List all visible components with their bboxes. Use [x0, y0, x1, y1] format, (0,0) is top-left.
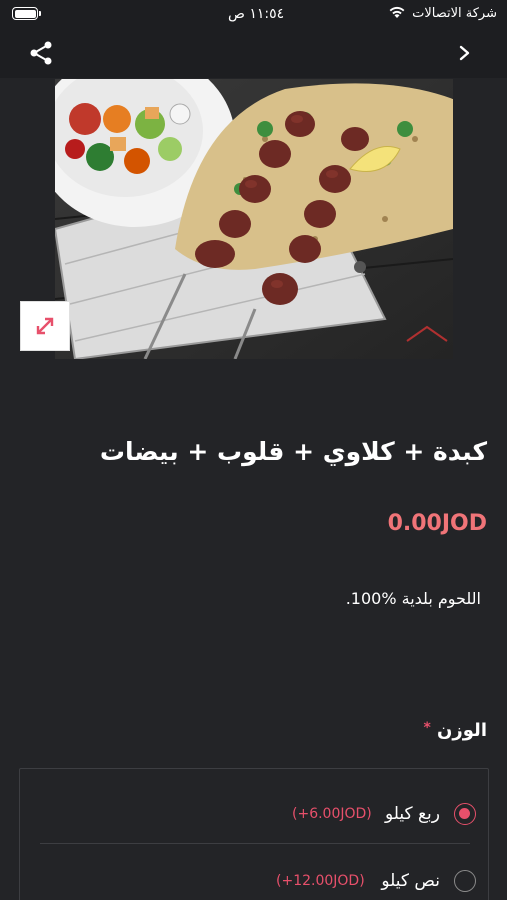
weight-label: الوزن: [437, 720, 487, 741]
required-mark: *: [423, 720, 431, 736]
weight-option-half-kilo[interactable]: نص كيلو (+12.00JOD): [20, 851, 488, 900]
battery-icon: [12, 7, 41, 20]
share-icon[interactable]: [28, 40, 54, 66]
chevron-right-icon[interactable]: [456, 43, 474, 63]
wifi-icon: [389, 6, 405, 18]
option-label: ربع كيلو: [384, 804, 440, 824]
carrier-name: شركة الاتصالات: [412, 6, 497, 21]
product-description: اللحوم بلدية %100.: [345, 589, 481, 608]
weight-option-quarter-kilo[interactable]: ربع كيلو (+6.00JOD): [20, 777, 488, 837]
status-time: ١١:٥٤ ص: [228, 6, 285, 22]
option-label: نص كيلو: [381, 871, 440, 891]
product-photo: [55, 79, 453, 359]
product-price: 0.00JOD: [387, 511, 487, 536]
weight-section-label: الوزن *: [419, 720, 487, 741]
option-price-extra: (+6.00JOD): [292, 806, 372, 822]
divider: [40, 843, 470, 844]
product-title: كبدة + كلاوي + قلوب + بيضات: [99, 437, 487, 466]
radio-unselected[interactable]: [454, 870, 476, 892]
expand-icon: [36, 317, 54, 335]
expand-image-button[interactable]: [20, 301, 70, 351]
nav-bar: [0, 30, 507, 78]
status-bar: ١١:٥٤ ص شركة الاتصالات: [0, 0, 507, 30]
product-image[interactable]: [55, 79, 453, 359]
option-price-extra: (+12.00JOD): [276, 873, 365, 889]
radio-selected[interactable]: [454, 803, 476, 825]
weight-options: ربع كيلو (+6.00JOD) نص كيلو (+12.00JOD): [19, 768, 489, 900]
